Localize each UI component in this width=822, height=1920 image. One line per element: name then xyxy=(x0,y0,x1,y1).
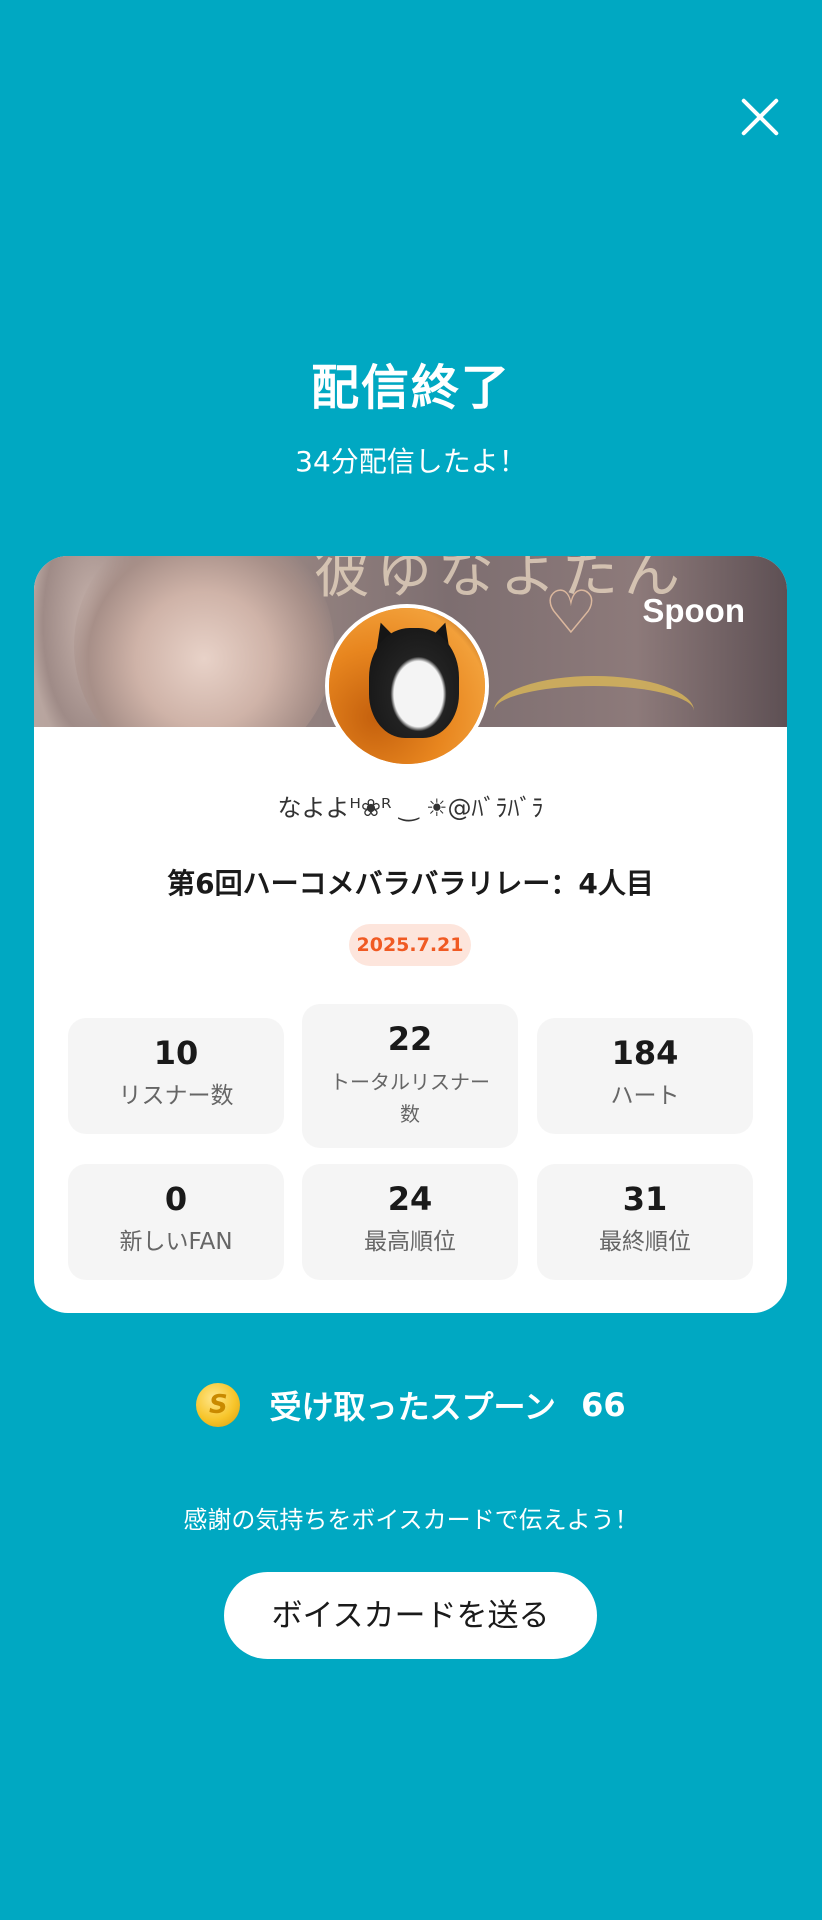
stat-label: 新しいFAN xyxy=(119,1229,233,1255)
banner-decoration-gold xyxy=(494,676,694,727)
spoon-logo: Spoon xyxy=(642,592,745,629)
send-voice-card-button[interactable]: ボイスカードを送る xyxy=(224,1572,597,1659)
stat-hearts: 184 ハート xyxy=(537,1018,753,1134)
stat-label: ハート xyxy=(610,1083,680,1109)
stat-value: 31 xyxy=(622,1180,668,1218)
live-title: 第6回ハーコメバラバラリレー：4人目 xyxy=(167,867,654,900)
date-badge: 2025.7.21 xyxy=(349,924,471,966)
avatar xyxy=(325,604,489,768)
banner-decoration-script: 彼ゆなよたん xyxy=(314,556,686,606)
broadcast-summary-card: 彼ゆなよたん ♡ Spoon なよよᴴ❀ᴿ ‿ ☀@ﾊﾞﾗﾊﾞﾗ 第6回ハーコメ… xyxy=(34,556,787,1313)
heart-decoration-icon: ♡ xyxy=(544,578,598,648)
banner-illustration-face xyxy=(74,556,334,727)
broadcast-duration-text: 34分配信したよ！ xyxy=(295,445,527,478)
cat-face xyxy=(369,628,459,738)
stat-total-listeners: 22 トータルリスナー数 xyxy=(302,1004,518,1148)
stat-listeners: 10 リスナー数 xyxy=(68,1018,284,1134)
stat-value: 184 xyxy=(611,1034,679,1072)
stat-label: リスナー数 xyxy=(118,1083,234,1109)
stat-value: 22 xyxy=(387,1020,433,1058)
stat-final-rank: 31 最終順位 xyxy=(537,1164,753,1280)
page-title: 配信終了 xyxy=(310,360,511,416)
received-spoons-count: 66 xyxy=(581,1386,626,1424)
received-spoons-label: 受け取ったスプーン xyxy=(269,1388,556,1426)
spoon-coin-icon: S xyxy=(196,1383,241,1427)
stat-value: 24 xyxy=(387,1180,433,1218)
stat-value: 0 xyxy=(164,1180,188,1218)
stat-label: トータルリスナー数 xyxy=(330,1070,490,1126)
close-icon[interactable] xyxy=(738,95,782,139)
received-spoons: S 受け取ったスプーン 66 xyxy=(0,1382,822,1428)
voice-card-prompt: 感謝の気持ちをボイスカードで伝えよう！ xyxy=(183,1506,639,1534)
stat-highest-rank: 24 最高順位 xyxy=(302,1164,518,1280)
stat-value: 10 xyxy=(153,1034,199,1072)
username: なよよᴴ❀ᴿ ‿ ☀@ﾊﾞﾗﾊﾞﾗ xyxy=(277,794,544,822)
stat-label: 最高順位 xyxy=(364,1229,456,1255)
stat-new-fans: 0 新しいFAN xyxy=(68,1164,284,1280)
stat-label: 最終順位 xyxy=(599,1229,691,1255)
